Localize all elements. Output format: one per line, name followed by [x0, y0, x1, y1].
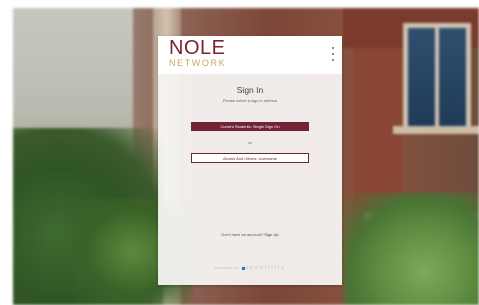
nole-network-logo: NOLE NETWORK — [169, 38, 249, 72]
signup-prompt: Don't have an account? Sign Up — [158, 232, 342, 237]
powered-by-footer: POWERED BY symplicity — [158, 265, 342, 271]
powered-by-label: POWERED BY — [214, 266, 240, 270]
page-title: Sign In — [236, 85, 264, 95]
signup-prompt-text: Don't have an account? — [221, 232, 264, 237]
signin-card: NOLE NETWORK Sign In Please select a sig… — [158, 36, 342, 285]
single-sign-on-button[interactable]: Current Students: Single Sign On — [191, 122, 309, 131]
symplicity-logo-icon — [241, 266, 245, 270]
signin-subtitle: Please select a sign in method — [222, 98, 278, 103]
username-login-button[interactable]: Alumni And Others: Username — [191, 153, 309, 163]
signup-link[interactable]: Sign Up — [264, 232, 278, 237]
card-header: NOLE NETWORK — [158, 36, 342, 74]
logo-text-bottom: NETWORK — [169, 58, 227, 68]
logo-text-top: NOLE — [169, 37, 226, 59]
kebab-menu-icon[interactable] — [331, 47, 335, 61]
symplicity-brand: symplicity — [245, 265, 286, 271]
or-divider-label: or — [248, 140, 252, 145]
